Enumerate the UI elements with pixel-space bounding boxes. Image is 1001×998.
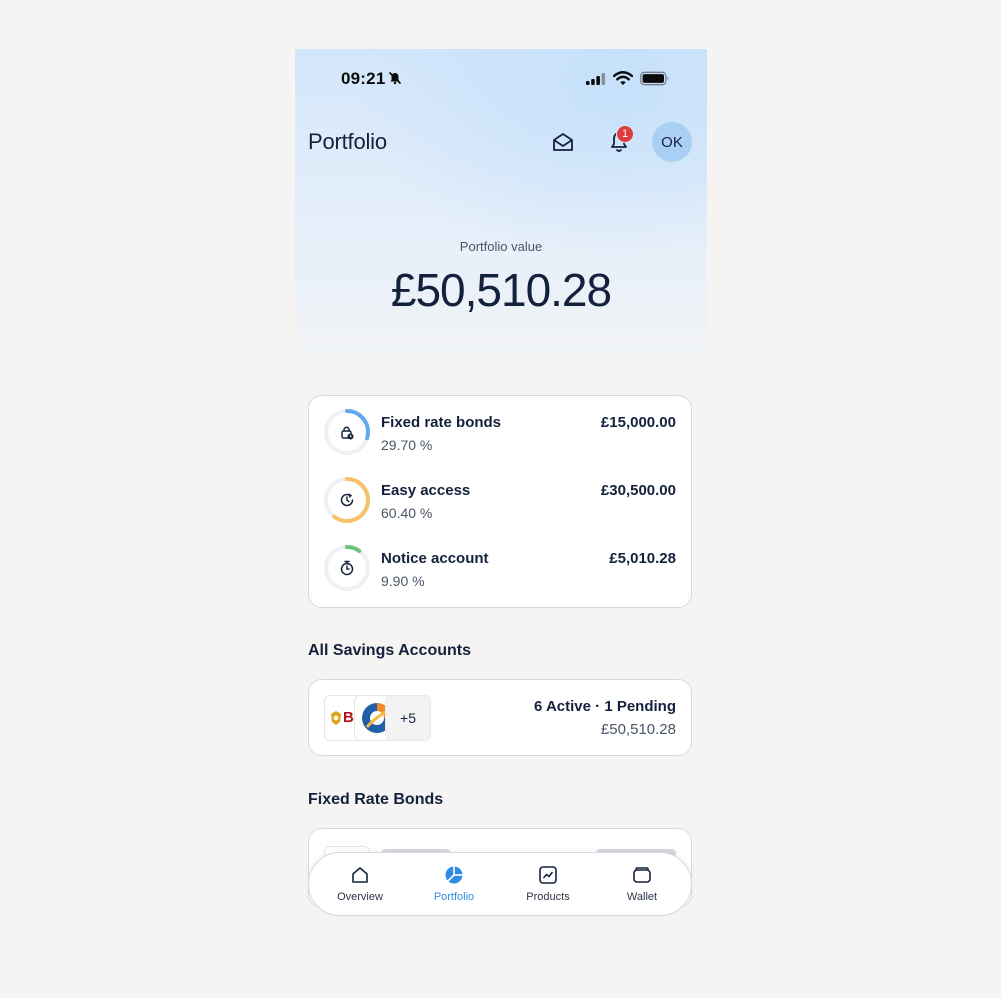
account-type-amount: £15,000.00: [600, 414, 676, 431]
portfolio-value: £50,510.28: [390, 264, 612, 316]
tab-label: Products: [526, 891, 570, 903]
savings-section-title: All Savings Accounts: [308, 642, 471, 659]
tab-label: Portfolio: [433, 891, 475, 903]
account-type-name: Fixed rate bonds: [381, 414, 502, 431]
savings-total: £50,510.28: [600, 721, 676, 738]
cellular-signal-icon: [586, 73, 606, 85]
account-type-percent: 60.40 %: [381, 505, 433, 521]
phone-screen: 09:21 Portfolio 1 OK Portfolio value £50…: [295, 49, 707, 929]
wifi-icon: [613, 71, 633, 85]
home-icon: [352, 867, 368, 883]
tab-label: Overview: [337, 891, 383, 903]
notification-badge: 1: [616, 125, 634, 143]
account-type-percent: 9.90 %: [381, 573, 425, 589]
account-type-amount: £30,500.00: [600, 482, 676, 499]
pie-chart-icon: [445, 866, 463, 884]
envelope-open-icon[interactable]: [551, 131, 575, 153]
breakdown-row-notice-account[interactable]: Notice account 9.90 % £5,010.28: [309, 532, 691, 592]
lock-clock-icon: [341, 426, 354, 440]
tab-wallet[interactable]: Wallet: [595, 853, 689, 917]
stopwatch-icon: [340, 560, 354, 576]
bank-logo-stack: BI +5: [324, 695, 432, 741]
battery-icon: [640, 71, 669, 86]
clock-refresh-icon: [340, 493, 354, 507]
tab-overview[interactable]: Overview: [313, 853, 407, 917]
more-banks-count: +5: [385, 695, 431, 741]
status-time: 09:21: [341, 69, 386, 88]
tab-portfolio[interactable]: Portfolio: [407, 853, 501, 917]
profile-avatar[interactable]: OK: [652, 122, 692, 162]
bonds-section-title: Fixed Rate Bonds: [308, 791, 444, 808]
tab-label: Wallet: [626, 891, 658, 903]
line-chart-icon: [539, 866, 557, 884]
account-type-percent: 29.70 %: [381, 437, 433, 453]
accounts-status: 6 Active · 1 Pending: [534, 698, 676, 715]
crest-icon: [331, 711, 341, 725]
portfolio-value-label: Portfolio value: [459, 239, 543, 254]
portfolio-breakdown-card: Fixed rate bonds 29.70 % £15,000.00 Easy…: [308, 395, 692, 608]
account-type-amount: £5,010.28: [609, 550, 676, 567]
page-title: Portfolio: [308, 129, 387, 154]
account-type-name: Notice account: [381, 550, 489, 567]
breakdown-row-easy-access[interactable]: Easy access 60.40 % £30,500.00: [309, 464, 691, 524]
bell-muted-icon: [388, 71, 402, 85]
tab-products[interactable]: Products: [501, 853, 595, 917]
status-bar: 09:21: [295, 49, 707, 109]
account-type-name: Easy access: [381, 482, 471, 499]
bottom-tab-bar: Overview Portfolio Products Wallet: [308, 852, 692, 916]
wallet-icon: [633, 867, 651, 883]
breakdown-row-fixed-rate-bonds[interactable]: Fixed rate bonds 29.70 % £15,000.00: [309, 396, 691, 456]
all-savings-accounts-card[interactable]: BI +5 6 Active · 1 Pending £50,510.28: [308, 679, 692, 756]
